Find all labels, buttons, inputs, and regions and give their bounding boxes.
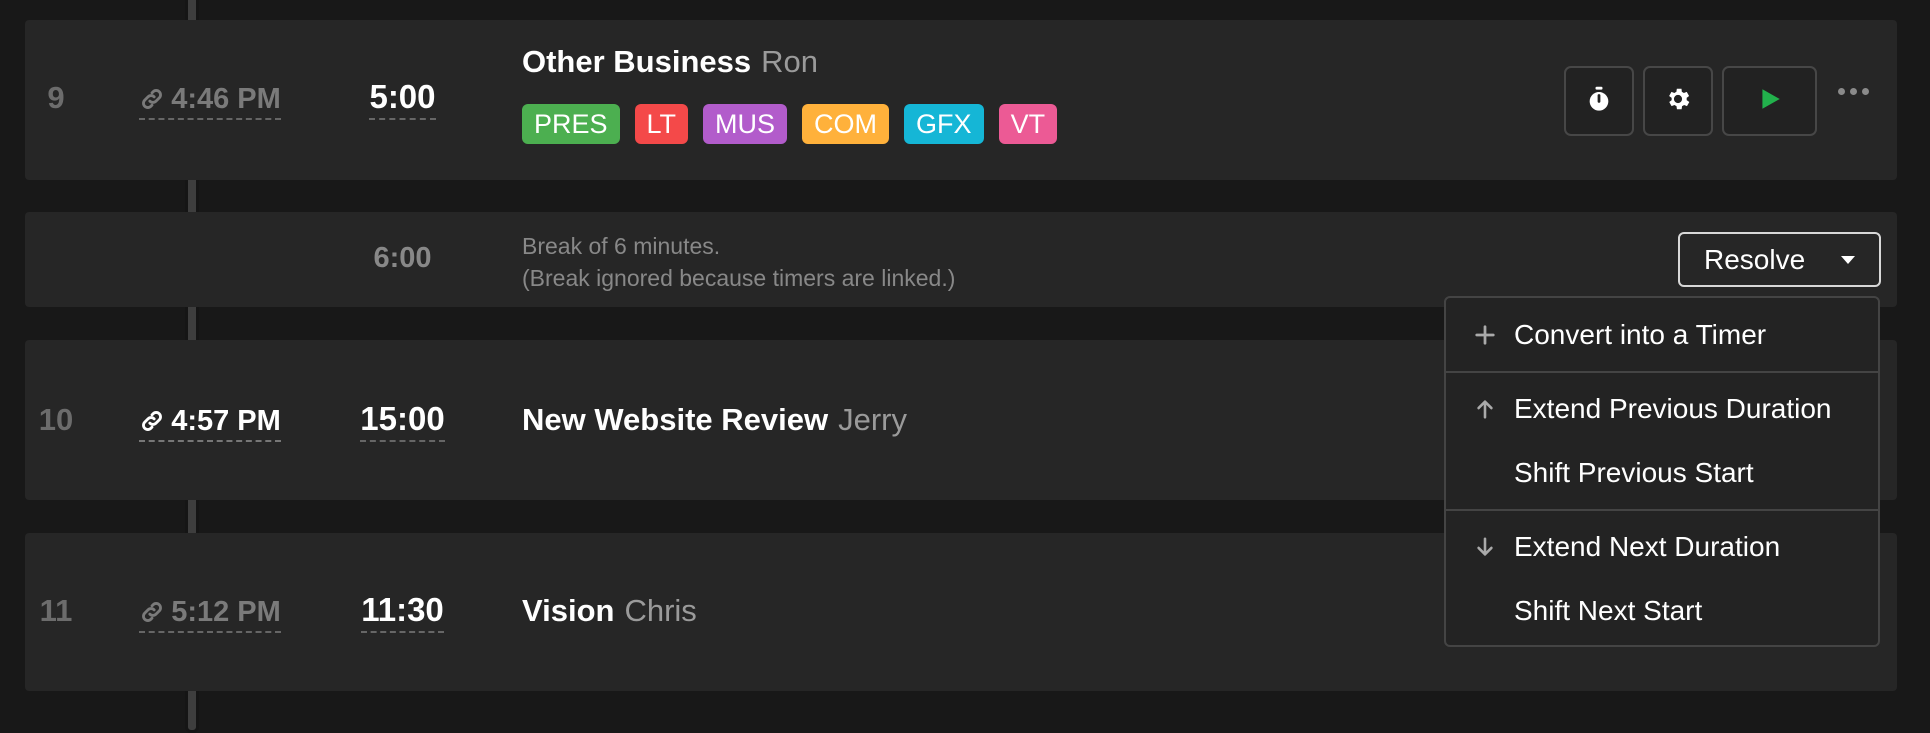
duration[interactable]: 5:00 bbox=[325, 78, 480, 120]
break-duration: 6:00 bbox=[373, 242, 432, 274]
presenter-name: Chris bbox=[624, 593, 697, 628]
arrow-down-icon bbox=[1472, 534, 1498, 560]
tag-vt[interactable]: VT bbox=[998, 104, 1058, 144]
tag-gfx[interactable]: GFX bbox=[904, 104, 984, 144]
menu-item-convert-timer[interactable]: Convert into a Timer bbox=[1446, 307, 1878, 363]
row-number: 9 bbox=[47, 80, 65, 115]
menu-item-extend-next-duration[interactable]: Extend Next Duration bbox=[1446, 519, 1878, 575]
duration[interactable]: 11:30 bbox=[325, 591, 480, 633]
start-time-value: 5:12 PM bbox=[171, 595, 281, 628]
row-number: 10 bbox=[38, 402, 74, 437]
plus-icon bbox=[1472, 322, 1498, 348]
menu-item-label: Shift Previous Start bbox=[1514, 457, 1754, 488]
event-name: Vision bbox=[522, 593, 615, 628]
event-name: Other Business bbox=[522, 44, 752, 79]
duration-value: 5:00 bbox=[369, 78, 436, 115]
tag-list: PRES LT MUS COM GFX VT bbox=[522, 104, 1058, 144]
row-number: 11 bbox=[39, 593, 73, 628]
play-button[interactable] bbox=[1722, 66, 1817, 136]
play-icon bbox=[1757, 86, 1783, 117]
tag-mus[interactable]: MUS bbox=[703, 104, 788, 144]
start-time[interactable]: 5:12 PM bbox=[135, 593, 285, 635]
link-icon bbox=[139, 599, 165, 625]
menu-item-shift-next-start[interactable]: Shift Next Start bbox=[1446, 583, 1878, 639]
resolve-label: Resolve bbox=[1704, 243, 1806, 275]
menu-divider bbox=[1446, 371, 1878, 373]
break-message-line1: Break of 6 minutes. bbox=[522, 233, 721, 259]
break-row: 6:00 Break of 6 minutes. (Break ignored … bbox=[25, 212, 1897, 307]
resolve-menu: Convert into a Timer Extend Previous Dur… bbox=[1444, 296, 1880, 647]
menu-item-label: Extend Previous Duration bbox=[1514, 393, 1832, 424]
start-time[interactable]: 4:57 PM bbox=[135, 402, 285, 444]
duration-value: 11:30 bbox=[361, 591, 444, 628]
start-time-value: 4:57 PM bbox=[171, 404, 281, 437]
duration[interactable]: 15:00 bbox=[325, 400, 480, 442]
tag-lt[interactable]: LT bbox=[634, 104, 689, 144]
duration-value: 15:00 bbox=[360, 400, 445, 437]
row-actions bbox=[1564, 66, 1817, 136]
arrow-up-icon bbox=[1472, 396, 1498, 422]
chevron-down-icon bbox=[1841, 256, 1855, 264]
menu-item-label: Shift Next Start bbox=[1514, 595, 1703, 626]
event-name: New Website Review bbox=[522, 402, 829, 437]
link-icon bbox=[139, 86, 165, 112]
presenter-name: Jerry bbox=[838, 402, 907, 437]
break-message-line2: (Break ignored because timers are linked… bbox=[522, 265, 956, 291]
resolve-button[interactable]: Resolve bbox=[1678, 232, 1881, 287]
more-icon[interactable] bbox=[1838, 88, 1869, 95]
menu-divider bbox=[1446, 509, 1878, 511]
tag-pres[interactable]: PRES bbox=[522, 104, 620, 144]
link-icon bbox=[139, 408, 165, 434]
menu-item-label: Convert into a Timer bbox=[1514, 319, 1767, 350]
event-title: Other Business Ron bbox=[522, 44, 818, 80]
menu-item-extend-previous-duration[interactable]: Extend Previous Duration bbox=[1446, 381, 1878, 437]
settings-button[interactable] bbox=[1643, 66, 1713, 136]
event-title: Vision Chris bbox=[522, 593, 697, 629]
timer-row[interactable]: 9 4:46 PM 5:00 Other Business Ron PRES LT… bbox=[25, 20, 1897, 180]
stopwatch-button[interactable] bbox=[1564, 66, 1634, 136]
stopwatch-icon bbox=[1585, 85, 1613, 118]
start-time-value: 4:46 PM bbox=[171, 82, 281, 115]
break-message: Break of 6 minutes. (Break ignored becau… bbox=[522, 230, 955, 294]
menu-item-shift-previous-start[interactable]: Shift Previous Start bbox=[1446, 445, 1878, 501]
presenter-name: Ron bbox=[761, 44, 818, 79]
menu-item-label: Extend Next Duration bbox=[1514, 531, 1781, 562]
start-time[interactable]: 4:46 PM bbox=[135, 80, 285, 122]
event-title: New Website Review Jerry bbox=[522, 402, 907, 438]
tag-com[interactable]: COM bbox=[802, 104, 890, 144]
gear-icon bbox=[1664, 85, 1692, 118]
